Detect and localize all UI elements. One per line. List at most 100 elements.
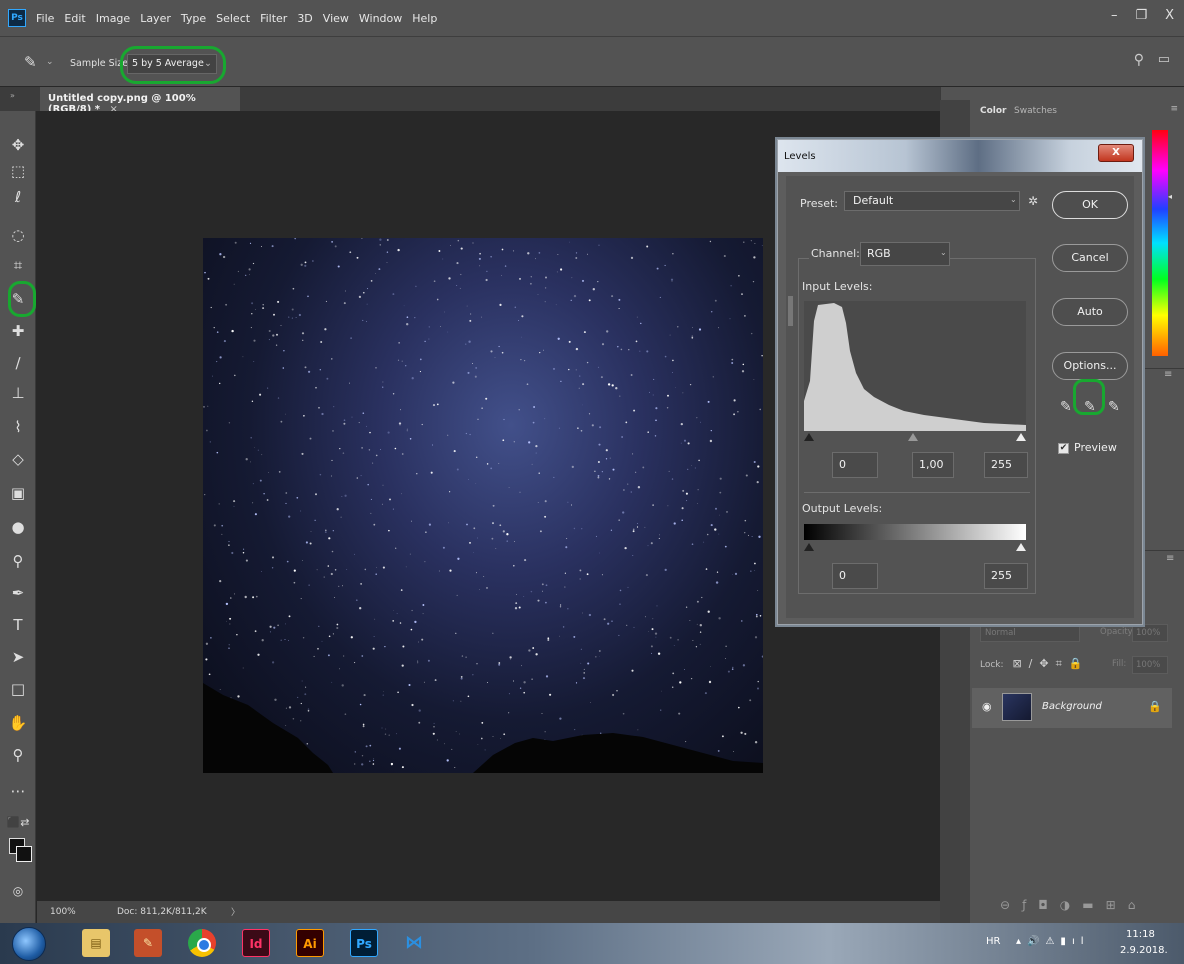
move-tool-icon[interactable]: ✥ — [6, 133, 30, 157]
menu-file[interactable]: File — [36, 12, 54, 25]
menu-image[interactable]: Image — [96, 12, 130, 25]
menu-type[interactable]: Type — [181, 12, 206, 25]
options-button[interactable]: Options... — [1052, 352, 1128, 380]
tab-color[interactable]: Color — [980, 106, 1007, 116]
photoshop-icon[interactable]: Ps — [350, 929, 378, 957]
history-brush-icon[interactable]: ⌇ — [6, 415, 30, 439]
dialog-close-button[interactable]: X — [1098, 144, 1134, 162]
menu-window[interactable]: Window — [359, 12, 402, 25]
menu-view[interactable]: View — [323, 12, 349, 25]
restore-button[interactable]: ❐ — [1135, 8, 1147, 23]
illustrator-icon[interactable]: Ai — [296, 929, 324, 957]
zoom-tool-icon[interactable]: ⚲ — [6, 743, 30, 767]
menu-select[interactable]: Select — [216, 12, 250, 25]
group-icon[interactable]: ▬ — [1082, 898, 1105, 912]
marquee-tool-icon[interactable]: ⬚ — [6, 159, 30, 183]
output-levels-slider[interactable] — [804, 543, 1026, 553]
file-explorer-icon[interactable]: ▤ — [82, 929, 110, 957]
type-tool-icon[interactable]: T — [6, 613, 30, 637]
scrollbar[interactable] — [788, 296, 793, 326]
paint-icon[interactable]: ✎ — [134, 929, 162, 957]
panel-menu-icon[interactable]: ≡ — [1166, 553, 1174, 564]
dialog-titlebar[interactable]: Levels X — [778, 140, 1142, 172]
rectangle-tool-icon[interactable]: □ — [6, 677, 30, 701]
fx-icon[interactable]: ƒ — [1022, 898, 1038, 912]
adjustment-icon[interactable]: ◑ — [1060, 898, 1082, 912]
panel-menu-icon[interactable]: ≡ — [1170, 104, 1178, 114]
preset-select[interactable]: Default — [844, 191, 1020, 211]
chevron-down-icon[interactable]: ⌄ — [46, 57, 54, 67]
mask-icon[interactable]: ◘ — [1038, 898, 1060, 912]
menu-help[interactable]: Help — [412, 12, 437, 25]
more-tools-icon[interactable]: ⋯ — [6, 779, 30, 803]
brush-tool-icon[interactable]: ∕ — [6, 351, 30, 375]
start-button[interactable] — [12, 927, 46, 961]
input-gamma-field[interactable]: 1,00 — [912, 452, 954, 478]
pen-tool-icon[interactable]: ✒ — [6, 581, 30, 605]
white-point-handle[interactable] — [1016, 433, 1026, 441]
quick-select-tool-icon[interactable]: ◌ — [6, 223, 30, 247]
quick-mask-icon[interactable]: ◎ — [6, 879, 30, 903]
crop-tool-icon[interactable]: ⌗ — [6, 253, 30, 277]
menu-3d[interactable]: 3D — [297, 12, 312, 25]
panel-menu-icon[interactable]: ≡ — [1164, 369, 1172, 380]
opacity-field[interactable]: 100% — [1132, 624, 1168, 642]
output-white-field[interactable]: 255 — [984, 563, 1028, 589]
lasso-tool-icon[interactable]: ℓ — [6, 185, 30, 209]
white-eyedropper-icon[interactable]: ✎ — [1108, 399, 1120, 415]
document-tab[interactable]: Untitled copy.png @ 100% (RGB/8) * × — [40, 87, 240, 115]
visibility-eye-icon[interactable]: ◉ — [982, 700, 992, 713]
close-button[interactable]: X — [1165, 8, 1174, 23]
link-icon[interactable]: ⊖ — [1000, 898, 1022, 912]
clock-time[interactable]: 11:18 — [1126, 929, 1155, 940]
input-levels-slider[interactable] — [804, 433, 1026, 443]
preview-label[interactable]: Preview — [1074, 441, 1117, 454]
workspace-icon[interactable]: ▭ — [1158, 52, 1170, 67]
background-color-swatch[interactable] — [16, 846, 32, 862]
search-icon[interactable]: ⚲ — [1134, 52, 1144, 68]
black-point-handle[interactable] — [804, 433, 814, 441]
input-black-field[interactable]: 0 — [832, 452, 878, 478]
hand-tool-icon[interactable]: ✋ — [6, 711, 30, 735]
clock-date[interactable]: 2.9.2018. — [1120, 945, 1168, 956]
menu-filter[interactable]: Filter — [260, 12, 287, 25]
healing-brush-icon[interactable]: ✚ — [6, 319, 30, 343]
default-colors-icon[interactable]: ⬛⇄ — [6, 811, 30, 835]
tab-swatches[interactable]: Swatches — [1014, 106, 1057, 116]
stamp-tool-icon[interactable]: ⊥ — [6, 381, 30, 405]
auto-button[interactable]: Auto — [1052, 298, 1128, 326]
black-eyedropper-icon[interactable]: ✎ — [1060, 399, 1072, 415]
status-menu-icon[interactable]: 〉 — [231, 905, 240, 918]
sample-size-select[interactable]: 5 by 5 Average ⌄ — [127, 54, 217, 74]
layer-row-background[interactable]: ◉ Background 🔒 — [972, 688, 1172, 728]
tray-icons[interactable]: ▴🔊⚠▮ıl — [1016, 936, 1090, 947]
gradient-tool-icon[interactable]: ▣ — [6, 481, 30, 505]
eyedropper-icon[interactable]: ✎ — [24, 53, 37, 71]
output-black-handle[interactable] — [804, 543, 814, 551]
trash-icon[interactable]: ⌂ — [1128, 898, 1148, 912]
fill-field[interactable]: 100% — [1132, 656, 1168, 674]
output-white-handle[interactable] — [1016, 543, 1026, 551]
output-black-field[interactable]: 0 — [832, 563, 878, 589]
menu-layer[interactable]: Layer — [140, 12, 171, 25]
blend-mode-select[interactable]: Normal — [980, 624, 1080, 642]
language-indicator[interactable]: HR — [986, 936, 1000, 947]
menu-edit[interactable]: Edit — [64, 12, 85, 25]
ok-button[interactable]: OK — [1052, 191, 1128, 219]
channel-select[interactable]: RGB — [860, 242, 950, 266]
lock-icons[interactable]: ⊠∕✥⌗🔒 — [1012, 657, 1089, 670]
dodge-tool-icon[interactable]: ⚲ — [6, 549, 30, 573]
blur-tool-icon[interactable]: ● — [6, 515, 30, 539]
indesign-icon[interactable]: Id — [242, 929, 270, 957]
vscode-icon[interactable]: ⋈ — [400, 929, 428, 957]
chrome-icon[interactable] — [188, 929, 216, 957]
preview-checkbox[interactable]: ✔ — [1058, 443, 1069, 454]
path-select-icon[interactable]: ➤ — [6, 645, 30, 669]
hue-slider[interactable] — [1152, 130, 1168, 356]
zoom-level[interactable]: 100% — [50, 907, 76, 917]
input-white-field[interactable]: 255 — [984, 452, 1028, 478]
cancel-button[interactable]: Cancel — [1052, 244, 1128, 272]
gamma-handle[interactable] — [908, 433, 918, 441]
collapse-icon[interactable]: » — [10, 91, 15, 100]
document-image[interactable] — [203, 238, 763, 773]
